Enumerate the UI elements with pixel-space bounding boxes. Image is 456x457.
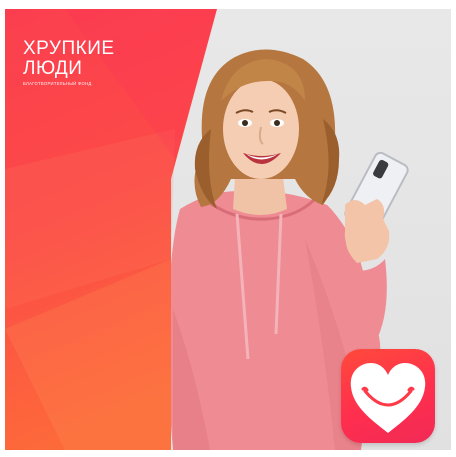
heart-smile-icon: [350, 363, 426, 433]
brand-subtitle: БЛАГОТВОРИТЕЛЬНЫЙ ФОНД: [23, 81, 92, 86]
brand-name-line1: ХРУПКИЕ: [23, 38, 115, 59]
promo-banner: ХРУПКИЕ ЛЮДИ БЛАГОТВОРИТЕЛЬНЫЙ ФОНД: [5, 9, 451, 450]
brand-name-line2: ЛЮДИ: [23, 58, 83, 79]
app-icon[interactable]: [341, 349, 435, 443]
brand-logo: ХРУПКИЕ ЛЮДИ БЛАГОТВОРИТЕЛЬНЫЙ ФОНД: [23, 39, 115, 87]
